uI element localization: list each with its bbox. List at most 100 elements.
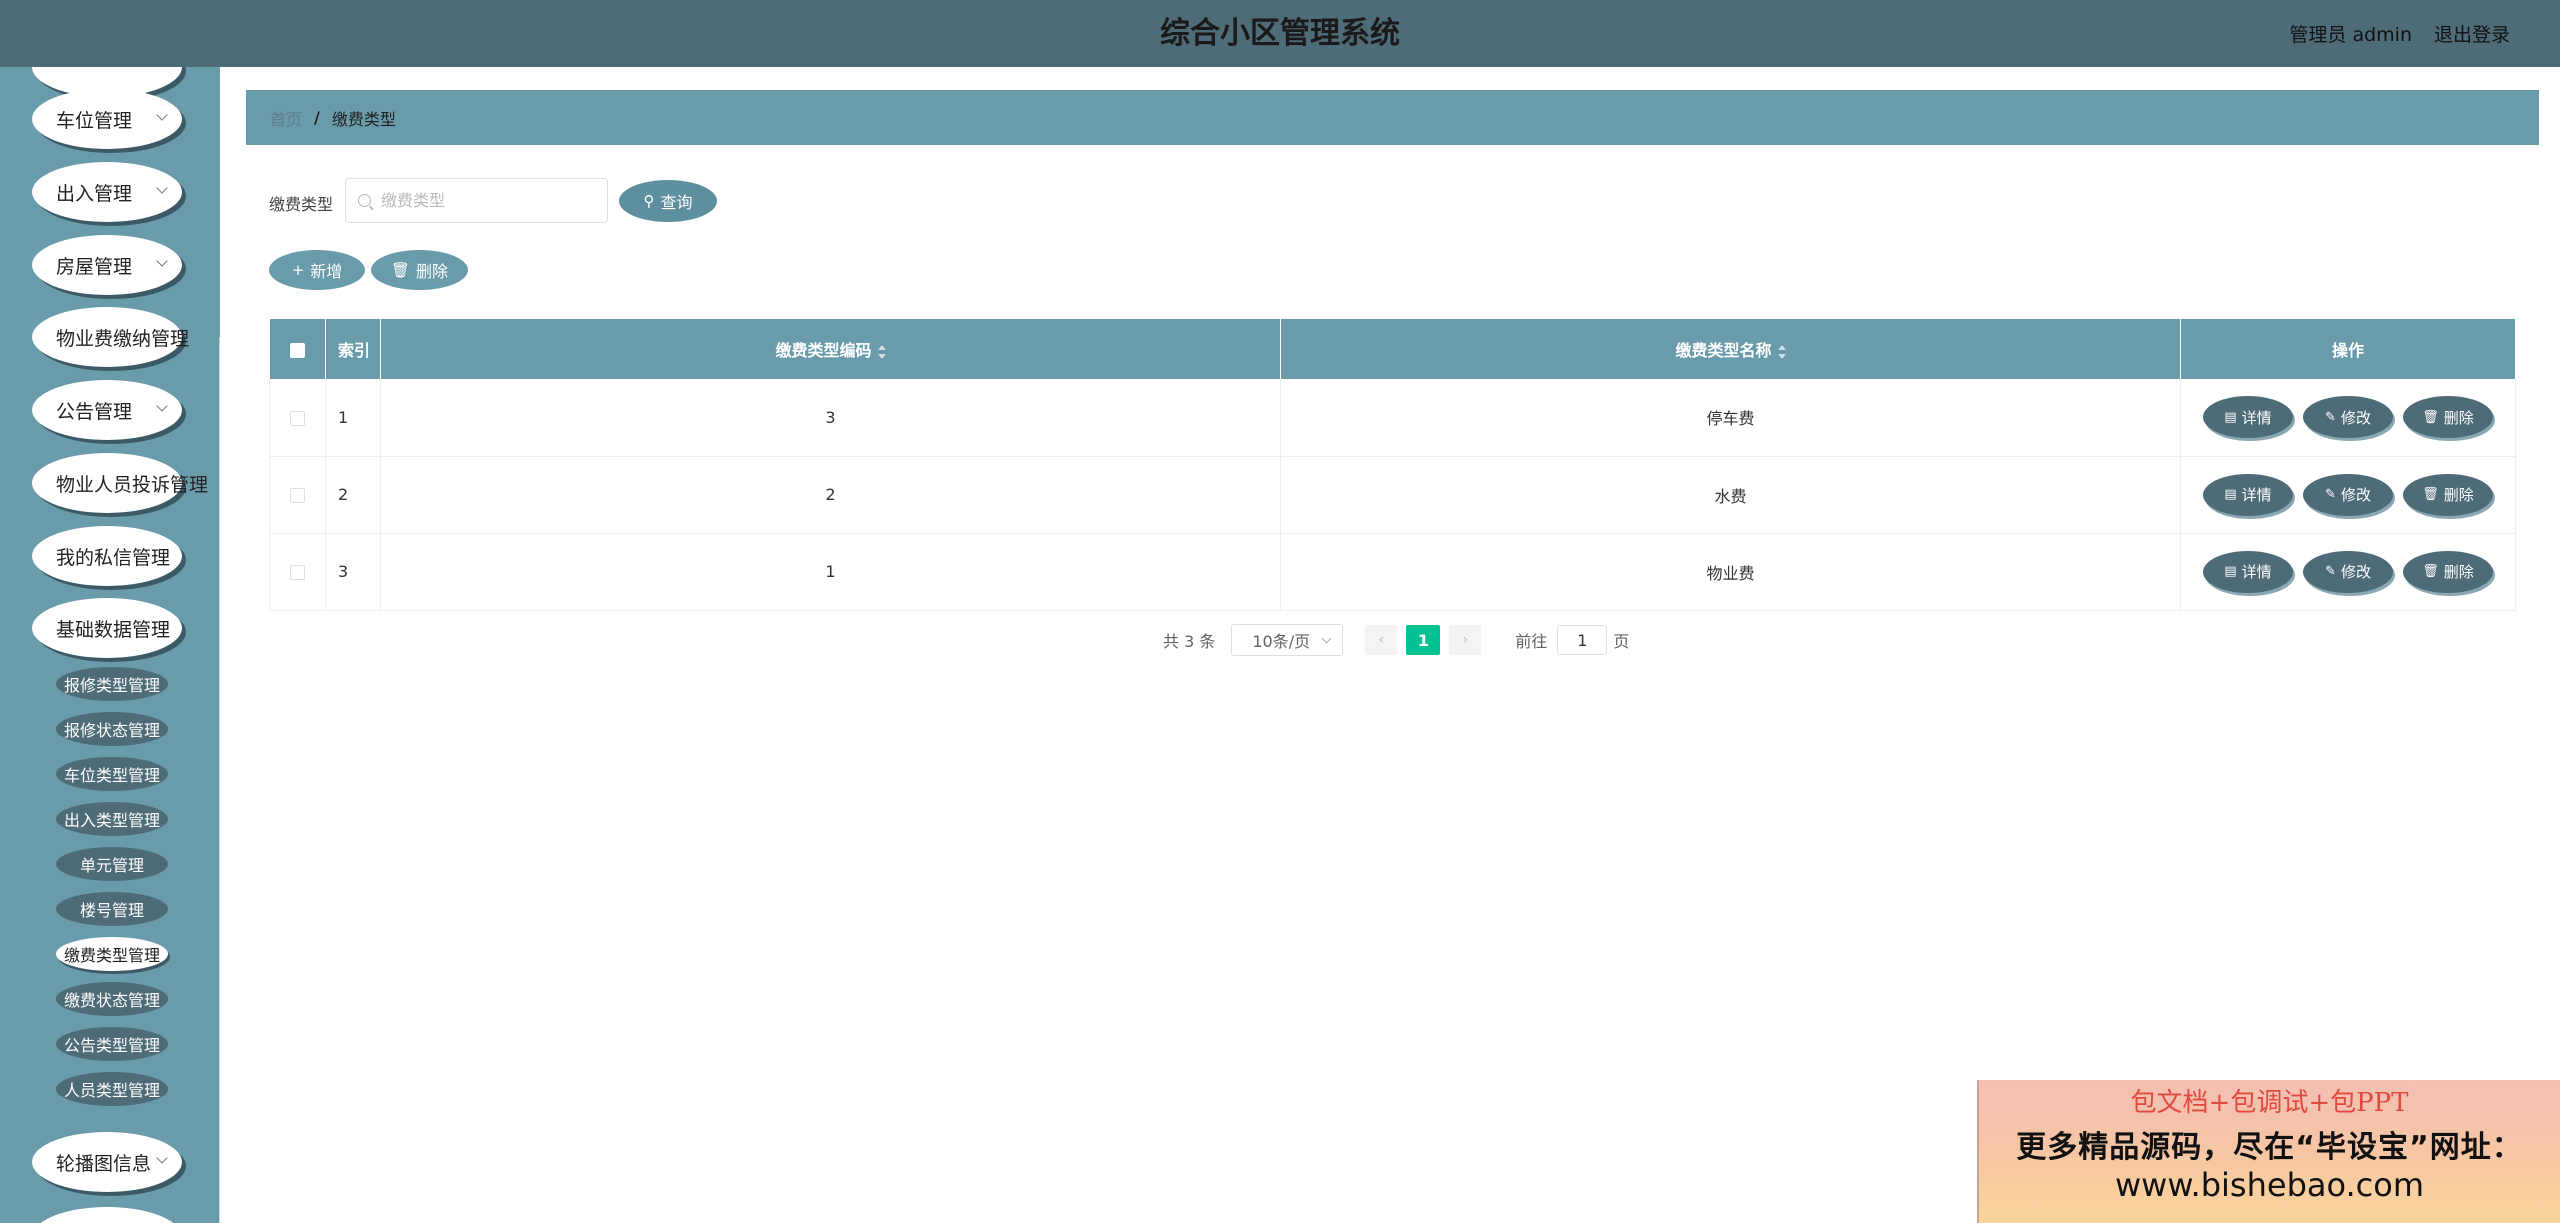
page-number-active[interactable]: 1 [1406,625,1441,655]
sidebar-sub-announcement-type[interactable]: 公告类型管理 [56,1027,168,1061]
next-page-button[interactable]: › [1449,625,1482,655]
sidebar-item-basic-data[interactable]: 基础数据管理 [32,598,182,658]
sidebar-item-parking[interactable]: 车位管理 [32,89,182,149]
trash-icon: 🗑 [390,261,411,279]
edit-button-label: 修改 [2340,408,2371,427]
delete-button[interactable]: 🗑 删除 [2403,550,2493,593]
sidebar-item-label: 出入管理 [56,182,133,205]
detail-button[interactable]: ▤ 详情 [2203,550,2293,593]
column-header-name-label: 缴费类型名称 [1675,341,1772,360]
row-select-cell [269,533,326,611]
sort-icon[interactable] [877,344,886,359]
page-size-select[interactable]: 10条/页 [1231,624,1344,656]
sidebar-item-announcement[interactable]: 公告管理 [32,380,182,440]
sidebar-sub-access-type[interactable]: 出入类型管理 [56,802,168,836]
sort-icon[interactable] [1777,344,1786,359]
sidebar-item-label: 基础数据管理 [56,618,171,641]
sidebar-item-label: 轮播图信息 [56,1152,152,1175]
sidebar-item-housing[interactable]: 房屋管理 [32,235,182,295]
sidebar-sub-repair-status[interactable]: 报修状态管理 [56,712,168,746]
table-row: 2 2 水费 ▤ 详情 ✎ 修改 🗑 删除 [269,456,2516,534]
query-button[interactable]: ⚲ 查询 [619,180,717,222]
logout-link[interactable]: 退出登录 [2434,20,2510,47]
sidebar: 车位管理 出入管理 房屋管理 物业费缴纳管理 公告管理 物业人员投诉管理 我的私… [0,67,220,1223]
goto-prefix: 前往 [1515,632,1548,651]
row-code: 1 [380,533,1281,611]
batch-delete-button[interactable]: 🗑 删除 [371,250,468,290]
goto-page-input[interactable] [1557,625,1608,655]
goto-suffix: 页 [1613,632,1630,651]
sidebar-item-label: 物业人员投诉管理 [56,473,209,496]
row-actions: ▤ 详情 ✎ 修改 🗑 删除 [2180,533,2516,611]
add-button[interactable]: + 新增 [269,250,365,290]
edit-button[interactable]: ✎ 修改 [2303,473,2393,516]
sidebar-sub-repair-type[interactable]: 报修类型管理 [56,667,168,701]
plus-icon: + [291,261,305,279]
delete-button-label: 删除 [2443,486,2474,504]
edit-button[interactable]: ✎ 修改 [2303,396,2393,439]
row-checkbox[interactable] [290,410,305,426]
sidebar-item-carousel[interactable]: 轮播图信息 [32,1132,182,1192]
sidebar-item-access[interactable]: 出入管理 [32,162,182,222]
sidebar-item-label: 车位管理 [56,109,133,132]
chevron-down-icon [156,109,168,121]
sidebar-item-complaint[interactable]: 物业人员投诉管理 [32,453,208,513]
column-header-code-label: 缴费类型编码 [775,341,872,360]
edit-button[interactable]: ✎ 修改 [2303,550,2393,593]
pencil-icon: ✎ [2325,409,2336,425]
prev-page-button[interactable]: ‹ [1365,625,1398,655]
sidebar-scrollbar[interactable] [219,337,220,1223]
column-header-code[interactable]: 缴费类型编码 [380,319,1281,379]
sidebar-item-hidden-bottom[interactable] [32,1207,182,1223]
sidebar-sub-parking-type[interactable]: 车位类型管理 [56,757,168,791]
detail-button[interactable]: ▤ 详情 [2203,396,2293,439]
sidebar-item-label: 房屋管理 [56,255,133,278]
sidebar-sub-fee-status[interactable]: 缴费状态管理 [56,982,168,1016]
detail-button[interactable]: ▤ 详情 [2203,473,2293,516]
column-header-index: 索引 [325,319,381,379]
delete-button-label: 删除 [2443,563,2474,581]
search-field[interactable] [345,178,608,223]
document-icon: ▤ [2224,487,2237,502]
delete-button[interactable]: 🗑 删除 [2403,396,2493,439]
trash-icon: 🗑 [2422,487,2439,502]
delete-button[interactable]: 🗑 删除 [2403,473,2493,516]
search-input[interactable] [381,191,581,210]
select-all-checkbox[interactable] [289,342,305,358]
sidebar-sub-building[interactable]: 楼号管理 [56,892,168,926]
top-header: 综合小区管理系统 管理员 admin 退出登录 [0,0,2560,67]
document-icon: ▤ [2224,564,2237,579]
row-select-cell [269,456,326,534]
row-code: 2 [380,456,1281,534]
watermark-line-3: www.bishebao.com [2114,1166,2425,1204]
row-index: 1 [325,379,381,457]
sidebar-sub-staff-type[interactable]: 人员类型管理 [56,1072,168,1106]
sidebar-item-property-fee[interactable]: 物业费缴纳管理 [32,307,189,367]
search-icon: ⚲ [643,192,655,210]
row-actions: ▤ 详情 ✎ 修改 🗑 删除 [2180,456,2516,534]
row-name: 物业费 [1280,533,2181,611]
breadcrumb-home[interactable]: 首页 [270,106,302,130]
fee-type-table: 索引 缴费类型编码 缴费类型名称 操作 1 3 停车费 ▤ 详情 ✎ 修改 🗑 删除 … [269,319,2516,611]
breadcrumb: 首页 / 缴费类型 [246,90,2539,145]
sidebar-item-messages[interactable]: 我的私信管理 [32,526,182,586]
edit-button-label: 修改 [2340,486,2371,504]
add-button-label: 新增 [310,262,343,281]
chevron-down-icon [156,400,168,412]
delete-button-label: 删除 [2443,408,2474,427]
search-icon [358,194,371,207]
row-select-cell [269,379,326,457]
pencil-icon: ✎ [2325,487,2336,502]
sidebar-sub-fee-type[interactable]: 缴费类型管理 [56,937,168,971]
row-checkbox[interactable] [290,565,305,580]
sidebar-item-label: 物业费缴纳管理 [56,327,190,350]
edit-button-label: 修改 [2340,563,2371,581]
sidebar-sub-unit[interactable]: 单元管理 [56,847,168,881]
chevron-right-icon: › [1462,632,1469,648]
app-title: 综合小区管理系统 [1160,16,1400,51]
column-header-name[interactable]: 缴费类型名称 [1280,319,2181,379]
row-checkbox[interactable] [290,488,305,503]
detail-button-label: 详情 [2241,408,2272,427]
chevron-down-icon [156,182,168,194]
pagination: 共 3 条 10条/页 ‹ 1 › 前往 页 [1163,624,1629,656]
